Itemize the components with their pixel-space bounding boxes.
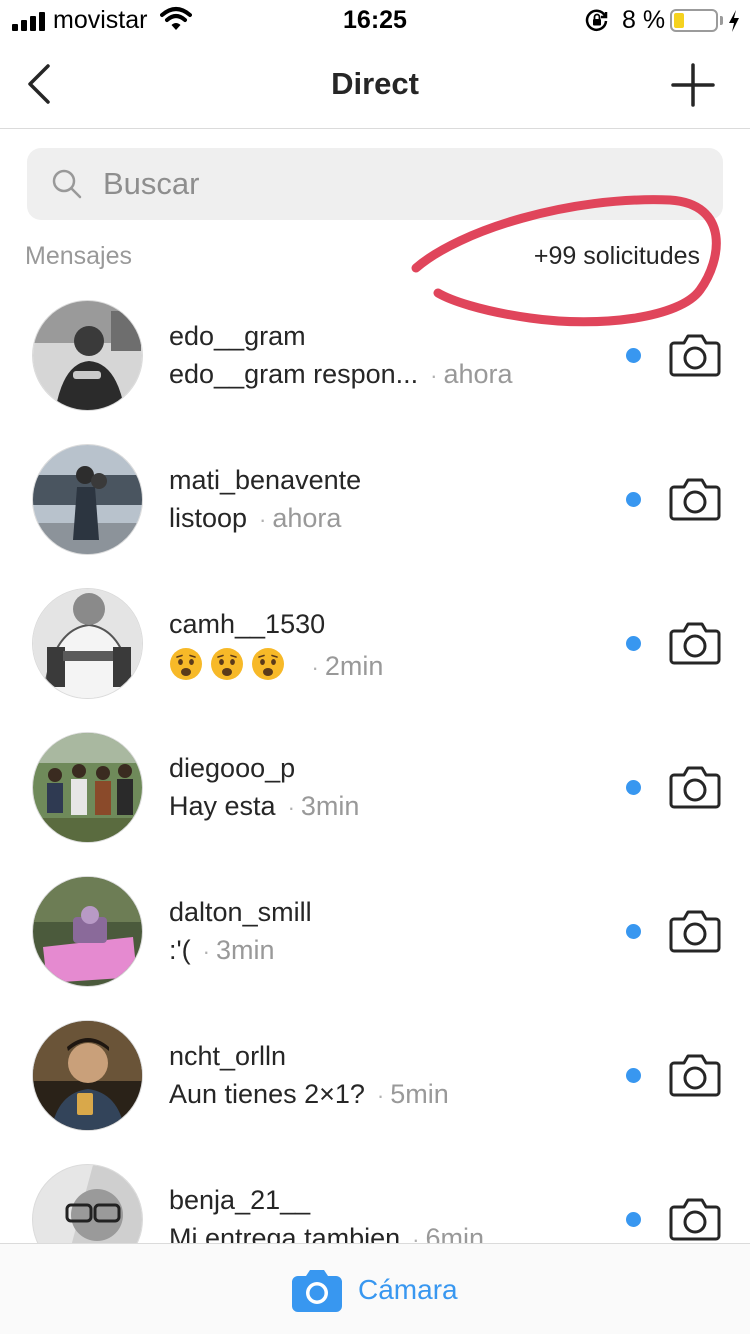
thread-row[interactable]: mati_benavente listoop · ahora <box>0 427 750 571</box>
avatar[interactable] <box>32 1164 143 1243</box>
thread-row[interactable]: diegooo_p Hay esta · 3min <box>0 715 750 859</box>
profile-photo <box>33 733 142 842</box>
thread-time: ahora <box>443 359 513 389</box>
thread-row[interactable]: ncht_orlln Aun tienes 2×1? · 5min <box>0 1003 750 1147</box>
thread-preview-line: edo__gram respon... · ahora <box>169 359 513 390</box>
separator-dot: · <box>287 795 295 820</box>
thread-preview-line: Mi entrega tambien · 6min <box>169 1223 484 1243</box>
camera-reply-icon[interactable] <box>669 333 721 377</box>
thread-preview: Mi entrega tambien <box>169 1223 401 1243</box>
thread-username: edo__gram <box>169 321 306 351</box>
thread-preview-line: :'( · 3min <box>169 935 275 966</box>
search-icon <box>52 169 82 199</box>
new-message-plus-icon[interactable] <box>670 62 716 108</box>
separator-dot: · <box>311 655 319 680</box>
anguished-face-emoji-icon <box>211 648 243 680</box>
thread-time: 2min <box>324 651 384 681</box>
thread-preview <box>169 648 300 681</box>
separator-dot: · <box>376 1083 385 1108</box>
messages-section-label: Mensajes <box>25 242 132 270</box>
thread-time: ahora <box>272 503 342 533</box>
thread-username: benja_21__ <box>169 1185 311 1215</box>
thread-row[interactable]: camh__1530 · 2min <box>0 571 750 715</box>
separator-dot: · <box>430 363 438 388</box>
thread-preview: edo__gram respon... <box>169 359 419 389</box>
separator-dot: · <box>202 939 210 964</box>
avatar[interactable] <box>32 732 143 843</box>
battery-icon <box>670 9 718 32</box>
camera-reply-icon[interactable] <box>669 621 721 665</box>
battery-percent: 8 % <box>622 6 666 34</box>
thread-preview-line: listoop · ahora <box>169 503 341 534</box>
avatar[interactable] <box>32 1020 143 1131</box>
profile-photo <box>33 445 142 554</box>
camera-label: Cámara <box>358 1274 458 1305</box>
unread-dot <box>626 1068 641 1083</box>
camera-icon <box>292 1270 342 1312</box>
bottom-bar: Cámara <box>0 1243 750 1334</box>
search-bar[interactable] <box>27 148 723 220</box>
profile-photo <box>33 877 142 986</box>
unread-dot <box>626 780 641 795</box>
thread-preview: Aun tienes 2×1? <box>169 1079 365 1109</box>
avatar[interactable] <box>32 444 143 555</box>
status-bar: movistar 16:25 8 % <box>0 0 750 40</box>
separator-dot: · <box>259 507 267 532</box>
camera-reply-icon[interactable] <box>669 1053 721 1097</box>
unread-dot <box>626 492 641 507</box>
profile-photo <box>33 1021 142 1130</box>
orientation-lock-icon <box>585 9 608 32</box>
camera-reply-icon[interactable] <box>669 477 721 521</box>
battery-level <box>674 13 684 28</box>
thread-preview: Hay esta <box>169 791 276 821</box>
message-requests-link[interactable]: +99 solicitudes <box>534 242 700 271</box>
avatar[interactable] <box>32 300 143 411</box>
separator-dot: · <box>412 1227 420 1243</box>
thread-username: dalton_smill <box>169 897 312 927</box>
thread-preview-line: Hay esta · 3min <box>169 791 359 822</box>
unread-dot <box>626 348 641 363</box>
avatar[interactable] <box>32 588 143 699</box>
anguished-face-emoji-icon <box>252 648 284 680</box>
camera-reply-icon[interactable] <box>669 909 721 953</box>
thread-preview: listoop <box>169 503 248 533</box>
charging-bolt-icon <box>729 10 739 32</box>
thread-row[interactable]: dalton_smill :'( · 3min <box>0 859 750 1003</box>
unread-dot <box>626 924 641 939</box>
page-title: Direct <box>331 66 419 101</box>
thread-time: 5min <box>390 1079 449 1109</box>
thread-username: ncht_orlln <box>169 1041 287 1071</box>
thread-preview-line: · 2min <box>169 647 383 682</box>
thread-row[interactable]: edo__gram edo__gram respon... · ahora <box>0 283 750 427</box>
search-input[interactable] <box>103 148 703 220</box>
anguished-face-emoji-icon <box>170 648 202 680</box>
avatar[interactable] <box>32 876 143 987</box>
profile-photo <box>33 301 142 410</box>
thread-username: mati_benavente <box>169 465 362 495</box>
unread-dot <box>626 1212 641 1227</box>
thread-preview-line: Aun tienes 2×1? · 5min <box>169 1079 449 1110</box>
thread-username: diegooo_p <box>169 753 296 783</box>
battery-tip <box>720 16 723 25</box>
thread-time: 3min <box>215 935 275 965</box>
camera-reply-icon[interactable] <box>669 765 721 809</box>
profile-photo <box>33 1165 142 1243</box>
camera-button[interactable]: Cámara <box>290 1268 470 1314</box>
thread-time: 3min <box>300 791 360 821</box>
thread-row[interactable]: benja_21__ Mi entrega tambien · 6min <box>0 1147 750 1243</box>
thread-preview: :'( <box>169 935 191 965</box>
navigation-bar: Direct <box>0 40 750 129</box>
thread-username: camh__1530 <box>169 609 326 639</box>
thread-list: edo__gram edo__gram respon... · ahora mati… <box>0 283 750 1243</box>
camera-reply-icon[interactable] <box>669 1197 721 1241</box>
unread-dot <box>626 636 641 651</box>
profile-photo <box>33 589 142 698</box>
thread-time: 6min <box>425 1223 484 1243</box>
